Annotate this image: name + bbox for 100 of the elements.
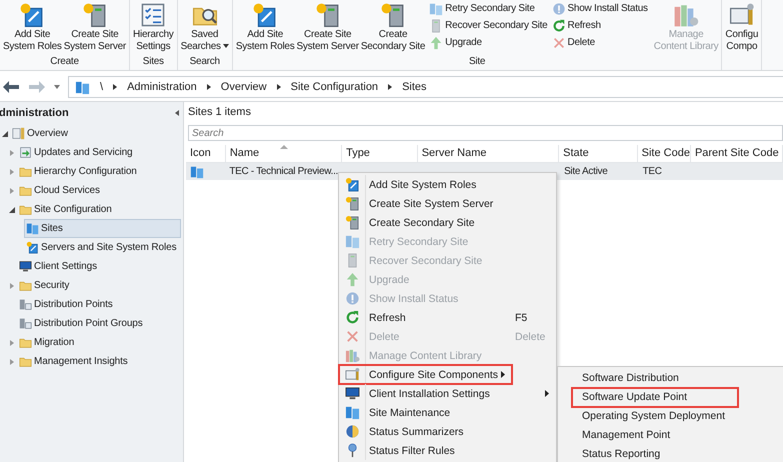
- collapse-icon[interactable]: [175, 110, 179, 116]
- delete-icon: [552, 36, 566, 50]
- ribbon-button[interactable]: Saved Searches: [180, 0, 230, 53]
- delete-icon: [344, 329, 360, 344]
- collapse-arrow-icon[interactable]: [2, 130, 8, 136]
- menu-item[interactable]: Create Secondary Site: [339, 213, 556, 232]
- table-cell: Site Active: [564, 166, 608, 177]
- separator-icon: [206, 84, 211, 90]
- pie-icon: [344, 424, 360, 439]
- breadcrumb-item[interactable]: Sites: [402, 81, 427, 93]
- info-icon: [344, 291, 360, 306]
- tree-item[interactable]: Hierarchy Configuration: [17, 162, 181, 181]
- folder-icon: [19, 165, 32, 178]
- tree-item[interactable]: Management Insights: [17, 352, 181, 371]
- menu-item[interactable]: Refresh F5: [339, 308, 556, 327]
- up-arrow-icon: [344, 272, 360, 287]
- ribbon-button[interactable]: Create Site System Server: [62, 0, 128, 53]
- menu-item[interactable]: Client Installation Settings: [339, 384, 556, 403]
- expand-arrow-icon[interactable]: [9, 168, 15, 174]
- menu-item[interactable]: Software Update Point: [572, 388, 738, 407]
- group-label: Search: [190, 55, 220, 69]
- breadcrumb-item[interactable]: Overview: [220, 81, 267, 93]
- sites-icon: [344, 234, 360, 249]
- new-server-icon: [314, 2, 341, 28]
- ribbon-button[interactable]: Hierarchy Settings: [132, 0, 175, 53]
- folder-icon: [19, 279, 32, 292]
- menu-item[interactable]: Status Reporting: [558, 445, 783, 462]
- submenu-arrow-icon: [501, 371, 505, 378]
- table-cell: TEC - Technical Preview...: [229, 166, 338, 177]
- tree-item[interactable]: Site Configuration: [17, 200, 181, 219]
- overview-icon: [12, 127, 25, 140]
- tree-item[interactable]: Overview: [10, 124, 181, 143]
- folder-icon: [19, 355, 32, 368]
- column-header[interactable]: Server Name: [418, 145, 560, 162]
- column-header[interactable]: Parent Site Code: [690, 145, 783, 162]
- menu-item[interactable]: Management Point: [558, 426, 783, 445]
- folder-icon: [19, 336, 32, 349]
- sites-icon: [429, 2, 444, 16]
- up-arrow-icon: [429, 36, 444, 50]
- menu-item[interactable]: Configure Site Components: [339, 365, 512, 384]
- tree-item[interactable]: Distribution Points: [17, 295, 181, 314]
- folder-icon: [19, 184, 32, 197]
- ribbon-button[interactable]: Add Site System Roles: [234, 0, 296, 53]
- update-icon: [19, 146, 32, 159]
- refresh-icon: [552, 18, 566, 32]
- group-label: Sites: [142, 55, 164, 69]
- menu-item[interactable]: Status Summarizers: [339, 422, 556, 441]
- expand-arrow-icon[interactable]: [9, 282, 15, 288]
- menu-item[interactable]: Software Distribution: [558, 369, 783, 388]
- caret-icon[interactable]: [54, 85, 60, 89]
- tree-item[interactable]: Client Settings: [17, 257, 181, 276]
- configure-icon: [728, 2, 755, 28]
- menu-item[interactable]: Create Site System Server: [339, 194, 556, 213]
- tree-item[interactable]: Updates and Servicing: [17, 143, 181, 162]
- group-label: Site: [469, 55, 486, 69]
- forward-icon[interactable]: [28, 80, 46, 94]
- expand-arrow-icon[interactable]: [9, 150, 15, 156]
- table-cell: TEC: [642, 166, 662, 177]
- separator-icon: [388, 84, 392, 90]
- separator-icon: [113, 84, 118, 90]
- caret-icon: [222, 44, 229, 48]
- monitor-icon: [344, 386, 360, 401]
- tree-item[interactable]: Security: [17, 276, 181, 295]
- menu-item[interactable]: Status Filter Rules: [339, 441, 556, 460]
- books-icon: [344, 348, 360, 363]
- breadcrumb-item[interactable]: Site Configuration: [290, 81, 378, 93]
- tree-item[interactable]: Servers and Site System Roles: [24, 238, 181, 257]
- tree-item[interactable]: Cloud Services: [17, 181, 181, 200]
- sort-icon: [280, 145, 288, 149]
- menu-item[interactable]: Site Maintenance: [339, 403, 556, 422]
- column-header[interactable]: State: [559, 145, 638, 162]
- breadcrumb-item[interactable]: Administration: [127, 81, 197, 93]
- column-header[interactable]: Site Code: [638, 145, 691, 162]
- tree-item[interactable]: Migration: [17, 333, 181, 352]
- ribbon-button[interactable]: Create Site System Server: [296, 0, 360, 53]
- new-server-icon: [82, 2, 108, 28]
- monitor-icon: [19, 260, 32, 273]
- collapse-arrow-icon[interactable]: [9, 206, 15, 212]
- submenu-arrow-icon: [545, 390, 549, 397]
- ribbon-button[interactable]: Refresh: [550, 17, 649, 34]
- new-server-icon: [344, 215, 360, 230]
- tree-item[interactable]: Distribution Point Groups: [17, 314, 181, 333]
- refresh-icon: [344, 310, 360, 325]
- ribbon-button[interactable]: Configu Compo: [724, 0, 760, 53]
- expand-arrow-icon[interactable]: [9, 188, 15, 194]
- address-bar[interactable]: \ Administration Overview Site Configuration Sites: [68, 76, 783, 98]
- back-icon[interactable]: [2, 80, 20, 94]
- expand-arrow-icon[interactable]: [9, 358, 15, 364]
- breadcrumb-item[interactable]: \: [100, 81, 104, 93]
- search-field[interactable]: Search: [188, 125, 783, 141]
- ribbon-button[interactable]: Create Secondary Site: [360, 0, 426, 53]
- tree-item[interactable]: Sites: [24, 219, 181, 238]
- column-header[interactable]: Type: [342, 145, 418, 162]
- new-server-icon: [344, 196, 360, 211]
- expand-arrow-icon[interactable]: [9, 340, 15, 346]
- info-icon: [552, 2, 566, 16]
- ribbon-button[interactable]: Add Site System Roles: [2, 0, 63, 53]
- menu-item[interactable]: Operating System Deployment: [558, 407, 783, 426]
- column-header[interactable]: Icon: [186, 145, 226, 162]
- column-header[interactable]: Name: [226, 145, 342, 162]
